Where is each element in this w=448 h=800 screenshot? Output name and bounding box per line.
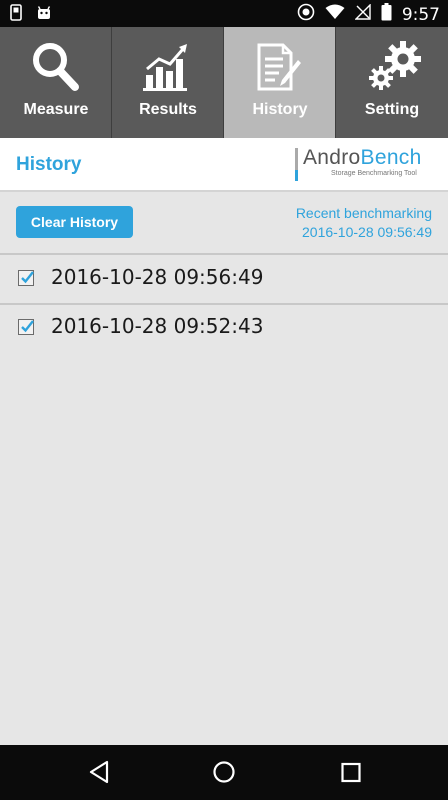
- no-signal-icon: [354, 3, 371, 25]
- home-icon[interactable]: [212, 760, 236, 784]
- history-checkbox[interactable]: [18, 270, 34, 286]
- android-icon: [36, 5, 52, 26]
- tab-results[interactable]: Results: [112, 27, 224, 138]
- history-checkbox[interactable]: [18, 319, 34, 335]
- bar-chart-icon: [143, 44, 187, 91]
- history-timestamp: 2016-10-28 09:52:43: [51, 314, 264, 338]
- tab-history-label: History: [252, 101, 308, 118]
- androbench-logo: AndroBench Storage Benchmarking Tool: [295, 146, 433, 182]
- tab-results-label: Results: [139, 101, 197, 118]
- page-title: History: [16, 154, 82, 175]
- logo-tagline: Storage Benchmarking Tool: [331, 170, 417, 177]
- list-item[interactable]: 2016-10-28 09:52:43: [0, 305, 448, 353]
- tab-measure[interactable]: Measure: [0, 27, 112, 138]
- check-icon: [21, 271, 34, 284]
- recent-label: Recent benchmarking: [295, 205, 432, 221]
- check-icon: [21, 320, 34, 333]
- page-header: History AndroBench Storage Benchmarking …: [0, 138, 448, 192]
- logo-bar-accent: [295, 170, 298, 181]
- tab-setting[interactable]: Setting: [336, 27, 448, 138]
- status-bar: 9:57: [0, 0, 448, 27]
- navigation-bar: [0, 745, 448, 800]
- list-divider: [0, 253, 448, 255]
- back-icon[interactable]: [88, 760, 110, 784]
- tab-measure-label: Measure: [23, 101, 89, 118]
- document-edit-icon: [257, 43, 301, 91]
- recent-timestamp: 2016-10-28 09:56:49: [302, 224, 432, 240]
- history-timestamp: 2016-10-28 09:56:49: [51, 265, 264, 289]
- search-icon: [33, 43, 79, 91]
- tab-bar: Measure Results History Setting: [0, 27, 448, 138]
- gears-icon: [369, 41, 421, 90]
- list-item[interactable]: 2016-10-28 09:56:49: [0, 256, 448, 304]
- notification-icon: [10, 4, 22, 26]
- tab-setting-label: Setting: [364, 101, 420, 118]
- clear-history-button[interactable]: Clear History: [16, 206, 133, 238]
- wifi-icon: [325, 4, 345, 25]
- tab-history[interactable]: History: [224, 27, 336, 138]
- status-time: 9:57: [401, 4, 440, 25]
- sync-icon: [297, 3, 315, 26]
- logo-name: AndroBench: [303, 146, 422, 169]
- recents-icon[interactable]: [340, 760, 362, 784]
- recent-benchmark-info: Recent benchmarking 2016-10-28 09:56:49: [296, 204, 432, 242]
- battery-icon: [381, 3, 392, 26]
